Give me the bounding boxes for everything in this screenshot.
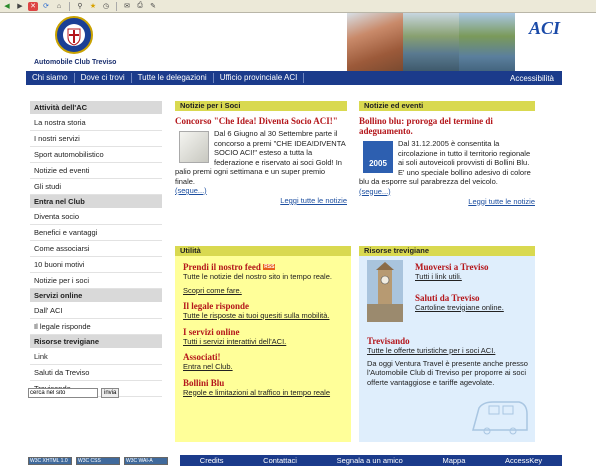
footer-contattaci-link[interactable]: Contattaci [263, 456, 297, 465]
history-icon[interactable]: ◷ [101, 2, 111, 11]
sidebar-item-associarsi[interactable]: Come associarsi [30, 241, 162, 257]
w3c-css-badge[interactable]: W3C CSS [76, 456, 120, 465]
bollini-blu-link[interactable]: Regole e limitazioni al traffico in temp… [183, 388, 343, 398]
w3c-xhtml-badge[interactable]: W3C XHTML 1.0 [28, 456, 72, 465]
nav-dove-ci-trovi[interactable]: Dove ci trovi [75, 73, 132, 83]
feed-link[interactable]: Scopri come fare. [183, 286, 343, 296]
trevisando-desc: Da oggi Ventura Travel è presente anche … [367, 358, 528, 387]
utilita-header: Utilità [175, 246, 351, 256]
bollini-blu-title[interactable]: Bollini Blu [183, 378, 343, 388]
utilita-panel: Utilità Prendi il nostro feed RSS Tutte … [175, 246, 351, 442]
sidebar-heading-attivita: Attività dell'AC [30, 101, 162, 114]
sidebar-item-sport[interactable]: Sport automobilistico [30, 147, 162, 163]
club-name: Automobile Club Treviso [34, 59, 117, 66]
gold-card-thumbnail [179, 131, 209, 163]
sidebar-item-studi[interactable]: Gli studi [30, 179, 162, 195]
notizie-eventi-panel: Notizie ed eventi Bollino blu: proroga d… [359, 101, 535, 206]
search-icon[interactable]: ⚲ [75, 2, 85, 11]
site-search: invia [28, 388, 120, 398]
nav-ufficio-provinciale[interactable]: Ufficio provinciale ACI [214, 73, 305, 83]
sidebar-heading-entra: Entra nel Club [30, 195, 162, 208]
associati-title[interactable]: Associati! [183, 352, 343, 362]
notizie-soci-panel: Notizie per i Soci Concorso "Che Idea! D… [175, 101, 347, 205]
sidebar-item-legale[interactable]: Il legale risponde [30, 319, 162, 335]
sidebar-item-storia[interactable]: La nostra storia [30, 115, 162, 131]
sidebar-item-servizi[interactable]: I nostri servizi [30, 131, 162, 147]
aci-logo[interactable]: ACI [529, 18, 560, 39]
site-header: Automobile Club Treviso ACI [26, 13, 562, 71]
notizie-soci-title[interactable]: Concorso "Che Idea! Diventa Socio ACI!" [175, 116, 347, 126]
sidebar-item-buoni-motivi[interactable]: 10 buoni motivi [30, 257, 162, 273]
footer: W3C XHTML 1.0 W3C CSS W3C WAI-A Credits … [26, 455, 562, 466]
header-photo-river [459, 13, 515, 71]
back-icon[interactable]: ◀ [2, 2, 12, 11]
sidebar-item-benefici[interactable]: Benefici e vantaggi [30, 225, 162, 241]
bollino-year: 2005 [369, 159, 387, 168]
browser-toolbar: ◀ ▶ ✕ ⟳ ⌂ ⚲ ★ ◷ ✉ ⎙ ✎ [0, 0, 596, 13]
sidebar-heading-risorse: Risorse trevigiane [30, 335, 162, 348]
legale-title[interactable]: Il legale risponde [183, 301, 343, 311]
footer-accesskey-link[interactable]: AccessKey [505, 456, 542, 465]
footer-mappa-link[interactable]: Mappa [442, 456, 465, 465]
refresh-icon[interactable]: ⟳ [41, 2, 51, 11]
main-nav: Chi siamo Dove ci trovi Tutte le delegaz… [26, 71, 562, 85]
stop-icon[interactable]: ✕ [28, 1, 38, 11]
mail-icon[interactable]: ✉ [122, 2, 132, 11]
header-photo-canal [403, 13, 459, 71]
sidebar-item-dall-aci[interactable]: Dall' ACI [30, 303, 162, 319]
legale-link[interactable]: Tutte le risposte ai tuoi quesiti sulla … [183, 311, 343, 321]
servizi-online-title[interactable]: I servizi online [183, 327, 343, 337]
sidebar-heading-servizi-online: Servizi online [30, 289, 162, 302]
nav-chi-siamo[interactable]: Chi siamo [26, 73, 75, 83]
validation-badges: W3C XHTML 1.0 W3C CSS W3C WAI-A [26, 455, 180, 466]
print-icon[interactable]: ⎙ [135, 2, 145, 11]
club-emblem-logo[interactable] [54, 15, 94, 55]
notizie-eventi-all-link[interactable]: Leggi tutte le notizie [359, 197, 535, 206]
clock-tower-photo [367, 260, 403, 322]
associati-link[interactable]: Entra nel Club. [183, 362, 343, 372]
feed-desc: Tutte le notizie del nostro sito in temp… [183, 272, 332, 281]
forward-icon[interactable]: ▶ [15, 2, 25, 11]
search-input[interactable] [28, 388, 98, 398]
header-photo-strip [347, 13, 515, 71]
notizie-soci-all-link[interactable]: Leggi tutte le notizie [175, 196, 347, 205]
toolbar-separator [116, 1, 117, 11]
sidebar: Attività dell'AC La nostra storia I nost… [30, 101, 162, 397]
saluti-link[interactable]: Cartoline trevigiane online. [415, 303, 533, 313]
edit-icon[interactable]: ✎ [148, 2, 158, 11]
sidebar-item-link[interactable]: Link [30, 349, 162, 365]
nav-accessibility[interactable]: Accessibilità [510, 74, 562, 83]
favorites-icon[interactable]: ★ [88, 2, 98, 11]
saluti-title[interactable]: Saluti da Treviso [415, 293, 533, 303]
notizie-soci-header: Notizie per i Soci [175, 101, 347, 111]
rss-badge-icon[interactable]: RSS [263, 264, 276, 270]
notizie-eventi-title[interactable]: Bollino blu: proroga del termine di adeg… [359, 116, 535, 136]
muoversi-title[interactable]: Muoversi a Treviso [415, 262, 533, 272]
sidebar-item-notizie-eventi[interactable]: Notizie ed eventi [30, 163, 162, 179]
sidebar-item-notizie-soci[interactable]: Notizie per i soci [30, 273, 162, 289]
risorse-header: Risorse trevigiane [359, 246, 535, 256]
train-watermark-icon [472, 401, 528, 435]
header-photo-city-roofs [347, 13, 403, 71]
footer-credits-link[interactable]: Credits [200, 456, 224, 465]
muoversi-link[interactable]: Tutti i link utili. [415, 272, 533, 282]
search-button[interactable]: invia [101, 388, 120, 398]
notizie-soci-more-link[interactable]: (segue...) [175, 186, 347, 195]
sidebar-item-saluti[interactable]: Saluti da Treviso [30, 365, 162, 381]
home-icon[interactable]: ⌂ [54, 2, 64, 11]
nav-delegazioni[interactable]: Tutte le delegazioni [132, 73, 214, 83]
footer-links: Credits Contattaci Segnala a un amico Ma… [180, 455, 562, 466]
trevisando-link[interactable]: Tutte le offerte turistiche per i soci A… [367, 346, 531, 356]
risorse-panel: Risorse trevigiane Muoversi a Treviso Tu… [359, 246, 535, 442]
w3c-wai-badge[interactable]: W3C WAI-A [124, 456, 168, 465]
bollino-blu-thumbnail: 2005 [363, 141, 393, 173]
feed-title[interactable]: Prendi il nostro feed RSS [183, 262, 343, 272]
footer-segnala-link[interactable]: Segnala a un amico [337, 456, 403, 465]
toolbar-separator [69, 1, 70, 11]
trevisando-title[interactable]: Trevisando [367, 336, 531, 346]
notizie-eventi-more-link[interactable]: (segue...) [359, 187, 535, 196]
notizie-eventi-header: Notizie ed eventi [359, 101, 535, 111]
servizi-online-link[interactable]: Tutti i servizi interattivi dell'ACI. [183, 337, 343, 347]
sidebar-item-diventa-socio[interactable]: Diventa socio [30, 209, 162, 225]
